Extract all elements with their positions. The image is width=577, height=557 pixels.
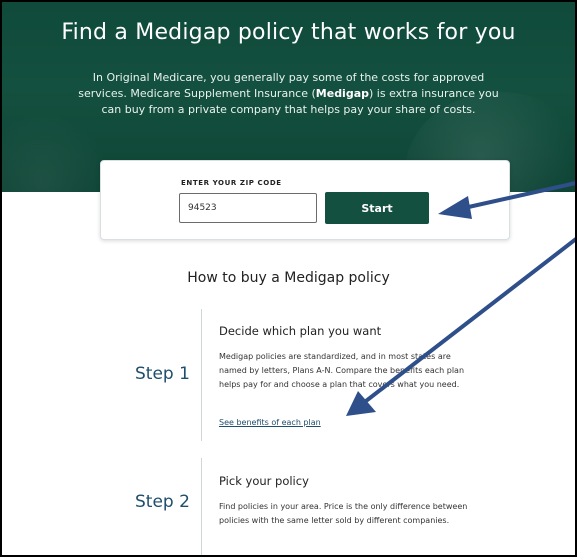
step-2-title: Pick your policy (219, 474, 309, 488)
step-1-title: Decide which plan you want (219, 324, 382, 338)
step-1-label: Step 1 (135, 364, 190, 384)
hero-description-bold: Medigap (315, 87, 370, 100)
zip-code-label: ENTER YOUR ZIP CODE (181, 179, 282, 187)
see-benefits-link[interactable]: See benefits of each plan (219, 418, 321, 427)
step-1-divider (201, 309, 202, 441)
step-2-divider (201, 458, 202, 555)
zip-code-card: ENTER YOUR ZIP CODE Start (100, 160, 510, 240)
step-2-label: Step 2 (135, 492, 190, 512)
step-1-description: Medigap policies are standardized, and i… (219, 352, 465, 389)
screenshot-frame: Find a Medigap policy that works for you… (0, 0, 577, 557)
zip-code-input[interactable] (179, 193, 317, 223)
section-title: How to buy a Medigap policy (187, 270, 390, 286)
page-title: Find a Medigap policy that works for you (61, 20, 516, 45)
hero-description: In Original Medicare, you generally pay … (72, 70, 505, 118)
start-button[interactable]: Start (325, 192, 429, 224)
step-2-description: Find policies in your area. Price is the… (219, 502, 468, 525)
